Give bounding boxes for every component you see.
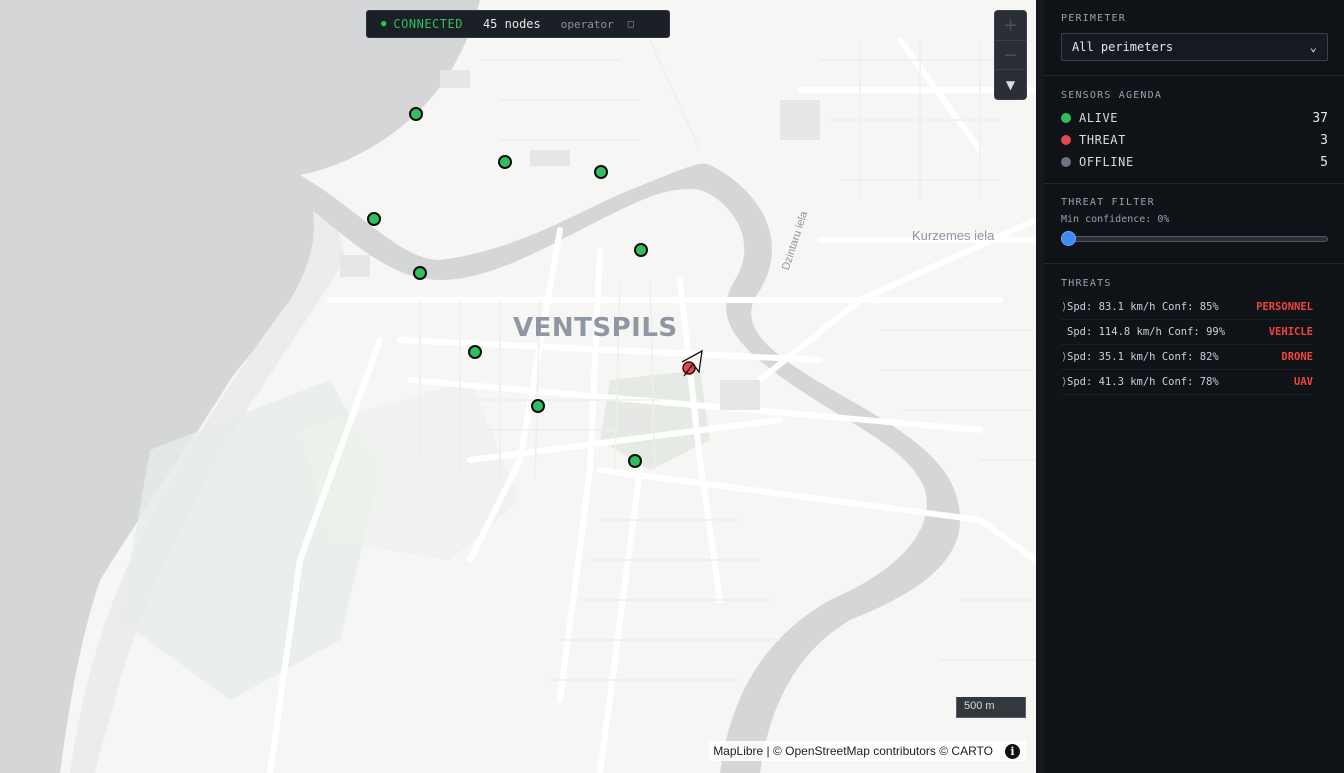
- threat-class: PERSONNEL: [1256, 301, 1313, 313]
- slider-track: [1061, 236, 1328, 242]
- threat-class: UAV: [1294, 376, 1313, 388]
- perimeter-select[interactable]: All perimeters ⌄: [1061, 33, 1328, 61]
- agenda-item-offline[interactable]: OFFLINE 5: [1061, 151, 1328, 173]
- threat-details: Spd: 114.8 km/h Conf: 99%: [1067, 326, 1226, 338]
- threat-row[interactable]: ⟩ Spd: 35.1 km/h Conf: 82% DRONE: [1061, 345, 1313, 370]
- node-count: 45 nodes: [482, 17, 541, 31]
- info-icon[interactable]: i: [1005, 743, 1020, 759]
- sensors-agenda-list: ALIVE 37 THREAT 3 OFFLINE 5: [1061, 107, 1328, 173]
- agenda-count: 5: [1320, 154, 1328, 170]
- threat-list: ⟩ Spd: 83.1 km/h Conf: 85% PERSONNEL Spd: 1…: [1061, 295, 1328, 395]
- threat-details: Spd: 83.1 km/h Conf: 85%: [1067, 301, 1219, 313]
- agenda-count: 37: [1312, 110, 1328, 126]
- scale-bar: 500 m: [956, 697, 1026, 718]
- chevron-down-icon: ⌄: [1309, 40, 1317, 54]
- user-name: operator: [560, 17, 614, 31]
- attribution-text[interactable]: MapLibre | © OpenStreetMap contributors …: [713, 744, 993, 758]
- agenda-count: 3: [1320, 132, 1328, 148]
- perimeter-selected-value: All perimeters: [1072, 40, 1174, 54]
- city-label: VENTSPILS: [513, 313, 678, 343]
- compass-button[interactable]: ▼: [995, 70, 1026, 99]
- map-base-layer: [0, 0, 1036, 773]
- zoom-out-button[interactable]: −: [995, 41, 1026, 71]
- logout-icon[interactable]: □: [628, 19, 634, 30]
- threat-filter-section: THREAT FILTER Min confidence: 0%: [1044, 184, 1344, 264]
- agenda-label: THREAT: [1079, 133, 1126, 147]
- agenda-item-threat[interactable]: THREAT 3: [1061, 129, 1328, 151]
- connection-status: CONNECTED: [393, 17, 463, 31]
- sensors-agenda-section: SENSORS AGENDA ALIVE 37 THREAT 3 OFFLINE 5: [1044, 76, 1344, 184]
- threat-row[interactable]: Spd: 114.8 km/h Conf: 99% VEHICLE: [1061, 320, 1313, 345]
- perimeter-section: PERIMETER All perimeters ⌄: [1044, 0, 1344, 76]
- threat-class: DRONE: [1281, 351, 1313, 363]
- connection-dot-icon: ●: [381, 19, 387, 29]
- threats-section: THREATS ⟩ Spd: 83.1 km/h Conf: 85% PERSONN…: [1044, 264, 1344, 407]
- agenda-item-alive[interactable]: ALIVE 37: [1061, 107, 1328, 129]
- agenda-label: ALIVE: [1079, 111, 1119, 125]
- sensors-agenda-title: SENSORS AGENDA: [1061, 90, 1163, 101]
- map-view[interactable]: VENTSPILS Kurzemes iela Dzintaru iela ● …: [0, 0, 1036, 773]
- sidebar: PERIMETER All perimeters ⌄ SENSORS AGEND…: [1036, 0, 1344, 773]
- threat-row[interactable]: ⟩ Spd: 83.1 km/h Conf: 85% PERSONNEL: [1061, 295, 1313, 320]
- threat-filter-title: THREAT FILTER: [1061, 197, 1155, 208]
- threats-title: THREATS: [1061, 278, 1112, 289]
- threat-details: Spd: 41.3 km/h Conf: 78%: [1067, 376, 1219, 388]
- threat-details: Spd: 35.1 km/h Conf: 82%: [1067, 351, 1219, 363]
- min-confidence-label: Min confidence: 0%: [1061, 214, 1170, 225]
- zoom-in-button[interactable]: +: [995, 11, 1026, 41]
- map-attribution: MapLibre | © OpenStreetMap contributors …: [709, 741, 1026, 761]
- connection-status-bar: ● CONNECTED 45 nodes operator □: [366, 10, 670, 38]
- threat-class: VEHICLE: [1268, 326, 1313, 338]
- street-label-kurzemes: Kurzemes iela: [912, 228, 995, 243]
- min-confidence-slider[interactable]: [1061, 231, 1328, 246]
- agenda-label: OFFLINE: [1079, 155, 1134, 169]
- perimeter-title: PERIMETER: [1061, 13, 1126, 24]
- status-dot-icon: [1061, 135, 1071, 145]
- zoom-controls: + − ▼: [994, 10, 1027, 100]
- threat-row[interactable]: ⟩ Spd: 41.3 km/h Conf: 78% UAV: [1061, 370, 1313, 395]
- slider-thumb[interactable]: [1061, 231, 1076, 246]
- status-dot-icon: [1061, 113, 1071, 123]
- status-dot-icon: [1061, 157, 1071, 167]
